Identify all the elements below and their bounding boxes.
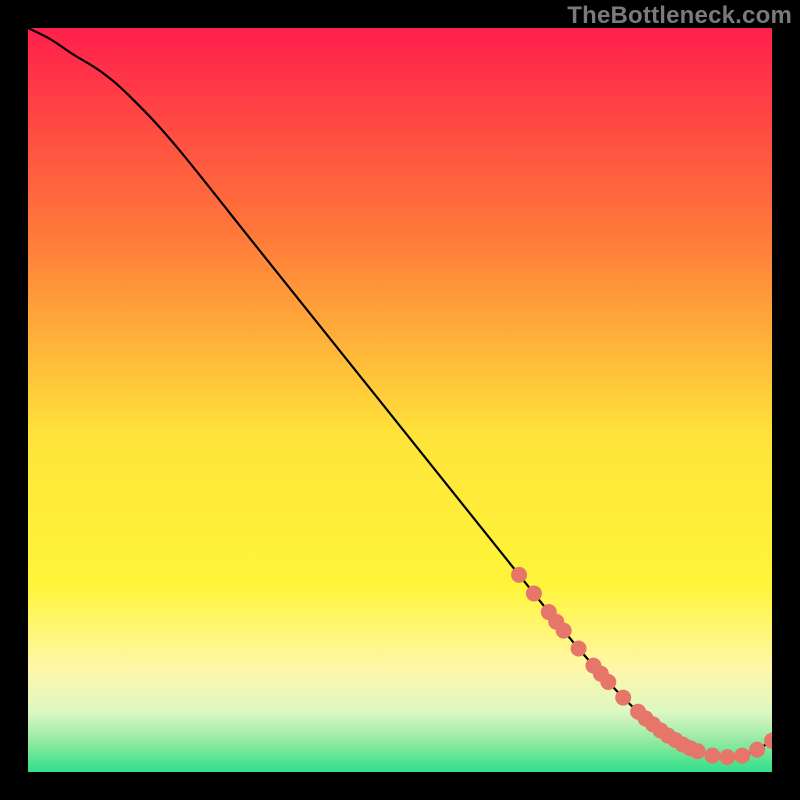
curve-marker [749, 742, 765, 758]
plot-area [28, 28, 772, 772]
watermark-label: TheBottleneck.com [567, 2, 792, 30]
chart-svg [28, 28, 772, 772]
curve-marker [511, 567, 527, 583]
curve-marker [526, 585, 542, 601]
curve-marker [719, 749, 735, 765]
curve-marker [600, 674, 616, 690]
curve-marker [704, 748, 720, 764]
curve-marker [690, 743, 706, 759]
curve-marker [734, 748, 750, 764]
curve-marker [556, 623, 572, 639]
curve-marker [615, 690, 631, 706]
curve-marker [571, 641, 587, 657]
chart-container: TheBottleneck.com [0, 0, 800, 800]
gradient-background [28, 28, 772, 772]
